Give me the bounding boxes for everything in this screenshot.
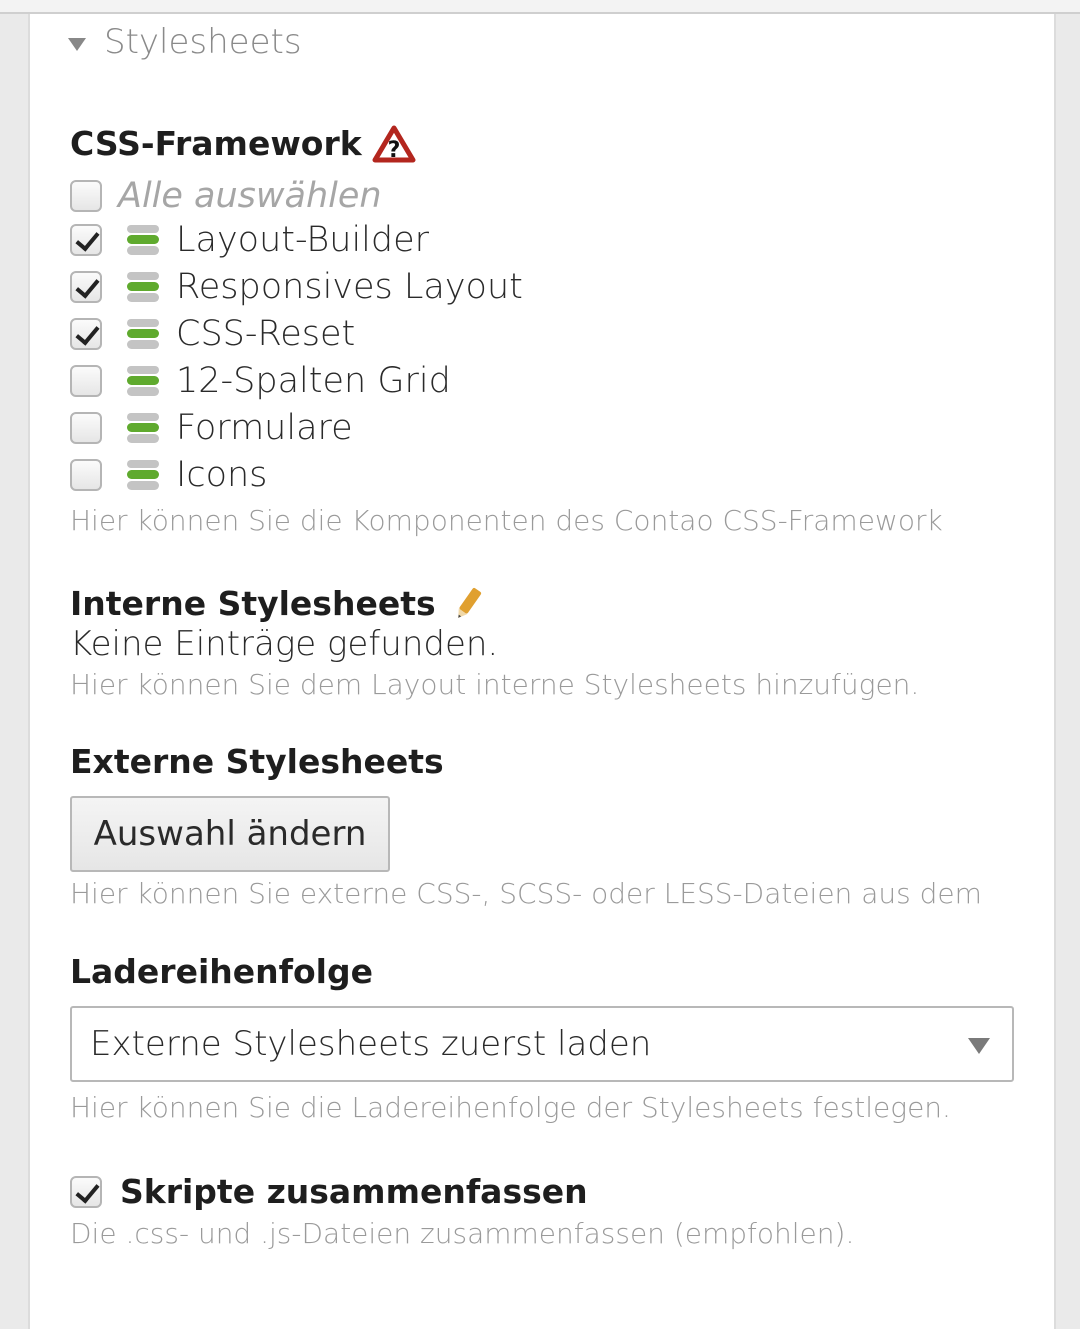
load-order-select[interactable]: Externe Stylesheets zuerst laden [70,1006,1014,1082]
framework-item-responsive-layout[interactable]: Responsives Layout [70,267,523,307]
internal-stylesheets-heading: Interne Stylesheets [70,584,484,623]
framework-item-label: Responsives Layout [176,267,523,307]
stylesheets-fieldset: Stylesheets CSS-Framework ? Alle auswähl… [28,14,1056,1329]
svg-text:?: ? [387,138,400,163]
framework-item-label: Formulare [176,408,353,448]
internal-stylesheets-label: Interne Stylesheets [70,584,436,623]
fieldset-legend[interactable]: Stylesheets [68,22,302,62]
framework-item-css-reset[interactable]: CSS-Reset [70,314,355,354]
select-all-checkbox[interactable] [70,180,102,212]
dropdown-arrow-icon [968,1038,990,1054]
css-framework-help: Hier können Sie die Komponenten des Cont… [70,504,943,537]
layout-builder-checkbox[interactable] [70,224,102,256]
load-order-heading: Ladereihenfolge [70,952,373,991]
combine-scripts-help: Die .css- und .js-Dateien zusammenfassen… [70,1217,855,1250]
top-bar [0,0,1080,14]
layout-component-icon [126,364,160,398]
combine-scripts-row[interactable]: Skripte zusammenfassen [70,1172,588,1211]
select-all-row[interactable]: Alle auswählen [70,176,382,216]
framework-item-label: Icons [176,455,268,495]
framework-item-label: Layout-Builder [176,220,430,260]
grid-checkbox[interactable] [70,365,102,397]
layout-component-icon [126,317,160,351]
external-stylesheets-help: Hier können Sie externe CSS-, SCSS- oder… [70,877,982,910]
css-framework-heading: CSS-Framework ? [70,124,416,163]
combine-scripts-checkbox[interactable] [70,1175,102,1208]
css-reset-checkbox[interactable] [70,318,102,350]
select-all-label: Alle auswählen [118,176,382,216]
forms-checkbox[interactable] [70,412,102,444]
load-order-selected-value: Externe Stylesheets zuerst laden [90,1024,652,1064]
framework-item-forms[interactable]: Formulare [70,408,353,448]
layout-component-icon [126,458,160,492]
internal-stylesheets-empty: Keine Einträge gefunden. [70,624,499,664]
external-stylesheets-heading: Externe Stylesheets [70,742,444,781]
layout-component-icon [126,270,160,304]
warning-help-icon[interactable]: ? [372,125,416,163]
internal-stylesheets-help: Hier können Sie dem Layout interne Style… [70,668,920,701]
framework-item-label: CSS-Reset [176,314,356,354]
responsive-layout-checkbox[interactable] [70,271,102,303]
icons-checkbox[interactable] [70,459,102,491]
framework-item-label: 12-Spalten Grid [176,361,451,401]
collapse-triangle-icon[interactable] [68,37,86,51]
layout-component-icon [126,223,160,257]
pencil-edit-icon[interactable] [452,585,484,623]
combine-scripts-label: Skripte zusammenfassen [120,1172,588,1211]
load-order-help: Hier können Sie die Ladereihenfolge der … [70,1091,951,1124]
framework-item-grid[interactable]: 12-Spalten Grid [70,361,451,401]
change-selection-button[interactable]: Auswahl ändern [70,796,390,872]
layout-component-icon [126,411,160,445]
fieldset-title: Stylesheets [104,22,302,62]
framework-item-icons[interactable]: Icons [70,455,267,495]
css-framework-label: CSS-Framework [70,124,362,163]
framework-item-layout-builder[interactable]: Layout-Builder [70,220,429,260]
